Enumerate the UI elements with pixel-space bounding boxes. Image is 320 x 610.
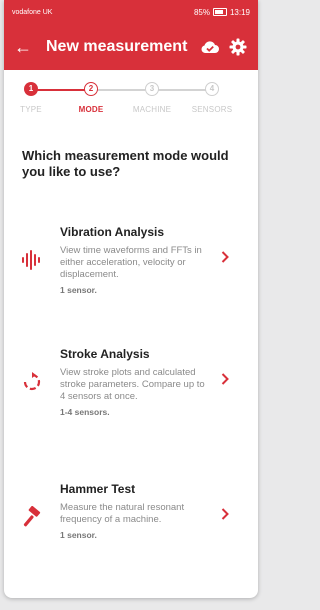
- mode-option-stroke[interactable]: Stroke Analysis View stroke plots and ca…: [4, 347, 258, 417]
- page-title: New measurement: [46, 38, 188, 55]
- status-indicators: 85% 13:19: [194, 8, 250, 17]
- mode-option-hammer[interactable]: Hammer Test Measure the natural resonant…: [4, 482, 258, 540]
- mode-title: Vibration Analysis: [60, 225, 165, 239]
- mode-title: Hammer Test: [60, 482, 136, 496]
- progress-stepper: 1 TYPE 2 MODE 3 MACHINE 4 SENSORS: [4, 82, 258, 142]
- mode-content: Hammer Test Measure the natural resonant…: [60, 482, 210, 540]
- phone-screen: vodafone UK 85% 13:19 ← New measurement: [4, 0, 258, 598]
- mode-sensor-count: 1 sensor.: [60, 530, 97, 540]
- step-label: TYPE: [20, 105, 42, 114]
- mode-sensor-count: 1 sensor.: [60, 285, 97, 295]
- mode-option-vibration[interactable]: Vibration Analysis View time waveforms a…: [4, 225, 258, 295]
- mode-question: Which measurement mode would you like to…: [22, 148, 229, 179]
- carrier-label: vodafone UK: [12, 8, 53, 16]
- mode-content: Vibration Analysis View time waveforms a…: [60, 225, 210, 295]
- battery-icon: [212, 8, 227, 16]
- mode-description: Measure the natural resonant frequency o…: [60, 502, 185, 525]
- back-arrow-icon[interactable]: ←: [14, 37, 36, 58]
- step-number: 1: [24, 82, 38, 96]
- step-sensors[interactable]: 4 SENSORS: [187, 82, 237, 114]
- rotate-icon: [4, 347, 60, 417]
- battery-percent: 85%: [193, 7, 210, 17]
- cloud-check-icon[interactable]: [200, 37, 220, 57]
- step-label: MODE: [78, 105, 104, 114]
- chevron-right-icon: [210, 347, 240, 417]
- step-number: 4: [205, 82, 219, 96]
- mode-title: Stroke Analysis: [60, 347, 150, 361]
- clock: 13:19: [229, 7, 250, 17]
- mode-description: View stroke plots and calculated stroke …: [60, 367, 205, 402]
- step-number: 3: [145, 82, 159, 96]
- mode-sensor-count: 1-4 sensors.: [60, 407, 110, 417]
- chevron-right-icon: [210, 482, 240, 540]
- status-bar: vodafone UK 85% 13:19: [4, 0, 258, 24]
- step-label: SENSORS: [191, 105, 233, 114]
- step-label: MACHINE: [132, 105, 172, 114]
- gear-icon[interactable]: [228, 37, 248, 57]
- chevron-right-icon: [210, 225, 240, 295]
- step-type[interactable]: 1 TYPE: [6, 82, 56, 114]
- step-machine[interactable]: 3 MACHINE: [127, 82, 177, 114]
- app-bar: ← New measurement: [4, 24, 258, 70]
- app-bar-actions: [200, 37, 248, 57]
- mode-content: Stroke Analysis View stroke plots and ca…: [60, 347, 210, 417]
- vibration-icon: [4, 225, 60, 295]
- hammer-icon: [4, 482, 60, 540]
- step-mode[interactable]: 2 MODE: [66, 82, 116, 114]
- step-number: 2: [84, 82, 98, 96]
- mode-description: View time waveforms and FFTs in either a…: [60, 245, 202, 280]
